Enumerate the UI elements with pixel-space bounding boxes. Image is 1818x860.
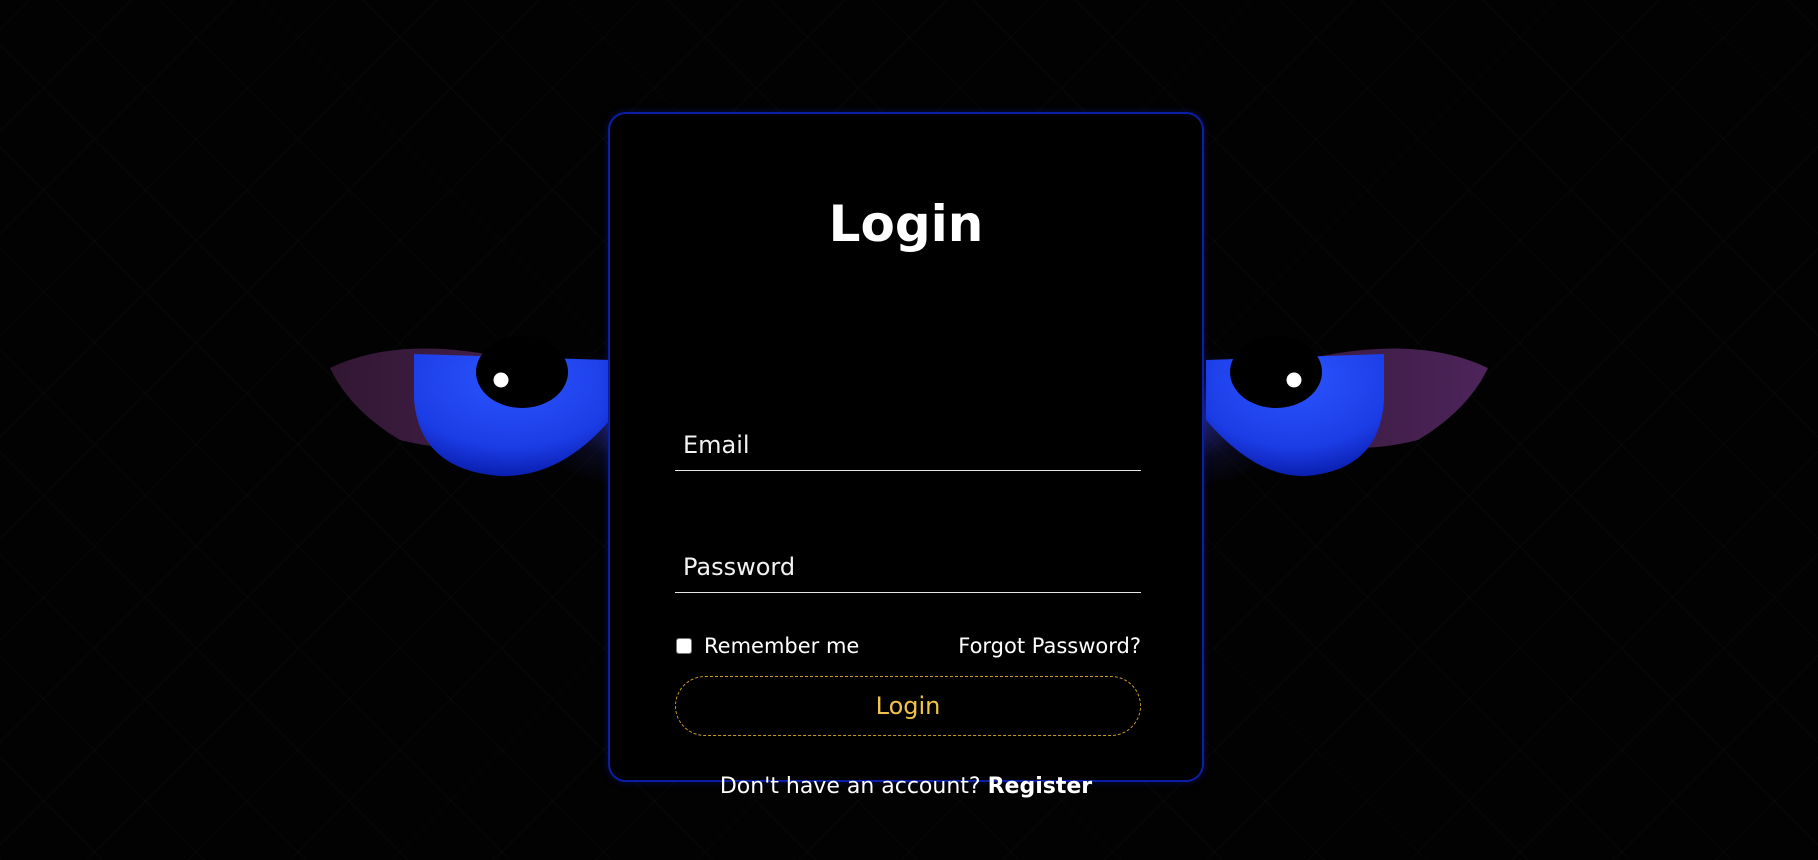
remember-checkbox[interactable]	[676, 638, 692, 654]
login-button[interactable]: Login	[675, 676, 1141, 736]
register-prompt-text: Don't have an account?	[719, 774, 981, 799]
password-input[interactable]	[675, 542, 1141, 592]
login-options: Remember me Forgot Password?	[675, 628, 1141, 664]
remember-me[interactable]: Remember me	[675, 634, 859, 658]
forgot-password-link[interactable]: Forgot Password?	[958, 634, 1141, 658]
eye-left-icon	[330, 336, 610, 477]
page-title: Login	[828, 195, 984, 253]
register-link[interactable]: Register	[988, 774, 1093, 799]
email-input[interactable]	[675, 420, 1141, 470]
password-field-container	[675, 542, 1141, 593]
email-field-container	[675, 420, 1141, 471]
register-prompt: Don't have an account? Register	[610, 774, 1202, 799]
eye-right-icon	[1206, 336, 1488, 477]
login-card: Login Remember me Forgot Password? Login…	[608, 112, 1204, 799]
remember-label: Remember me	[704, 634, 860, 658]
